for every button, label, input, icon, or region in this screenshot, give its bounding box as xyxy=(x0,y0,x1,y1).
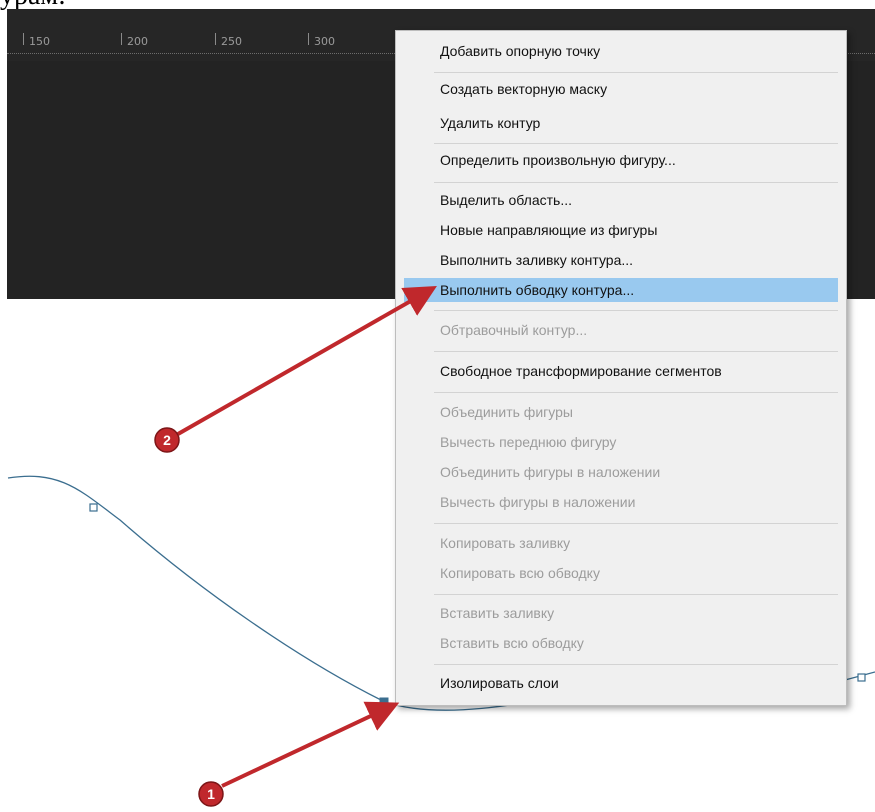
annotation-layer: 2 1 xyxy=(154,286,437,807)
marker-1: 1 xyxy=(198,781,224,807)
arrow-to-stroke-path xyxy=(177,286,437,436)
marker-2: 2 xyxy=(154,427,180,453)
marker-2-label: 2 xyxy=(163,432,171,448)
arrow-to-anchor-point xyxy=(221,701,400,788)
marker-1-label: 1 xyxy=(207,786,215,802)
